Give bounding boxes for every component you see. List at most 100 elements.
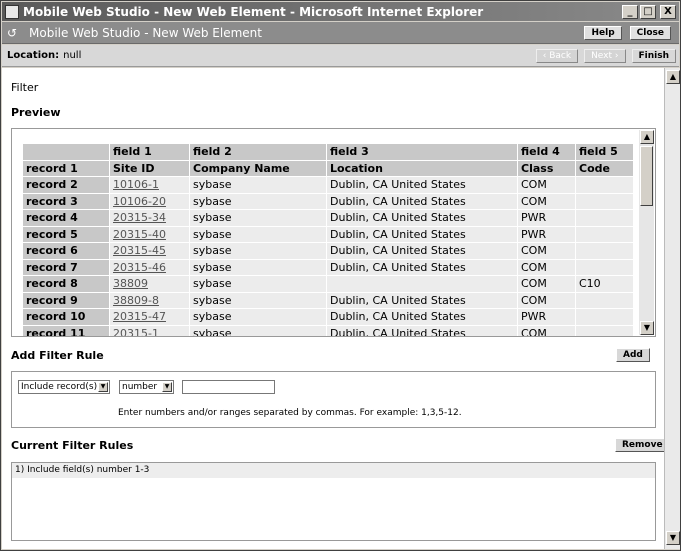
field-header[interactable]: field 4 [517, 143, 576, 161]
table-cell: Code [575, 159, 634, 177]
minimize-button[interactable]: _ [622, 4, 638, 19]
rule-hint-text: Enter numbers and/or ranges separated by… [118, 408, 462, 418]
site-id-cell: 38809-8 [109, 291, 190, 309]
help-button[interactable]: Help [584, 25, 622, 40]
site-id-link[interactable]: 10106-1 [113, 178, 159, 191]
table-cell: Dublin, CA United States [326, 291, 518, 309]
preview-scroll-thumb[interactable] [640, 146, 653, 206]
site-id-cell: 20315-45 [109, 242, 190, 260]
site-id-link[interactable]: 20315-34 [113, 211, 166, 224]
record-label[interactable]: record 10 [22, 308, 110, 326]
scroll-up-icon[interactable]: ▲ [640, 130, 654, 144]
rule-type-select[interactable]: number ▼ [119, 380, 174, 394]
table-cell: sybase [189, 275, 327, 293]
chevron-down-icon[interactable]: ▼ [98, 382, 108, 392]
add-rule-panel: Include record(s) ▼ number ▼ Enter numbe… [11, 371, 656, 428]
record-label[interactable]: record 4 [22, 209, 110, 227]
table-row[interactable]: record 9 38809-8 sybase Dublin, CA United S… [22, 291, 634, 309]
page-scrollbar[interactable]: ▲ ▼ [664, 68, 680, 549]
field-header[interactable]: field 3 [326, 143, 518, 161]
next-button[interactable]: Next › [584, 48, 626, 63]
table-cell: PWR [517, 209, 576, 227]
site-id-link[interactable]: 20315-40 [113, 228, 166, 241]
table-row[interactable]: record 1 Site ID Company Name Location Class… [22, 159, 634, 177]
rule-mode-value: Include record(s) [21, 382, 98, 392]
back-button[interactable]: ‹ Back [535, 48, 579, 63]
page-scroll-up-icon[interactable]: ▲ [666, 70, 680, 84]
table-cell: Site ID [109, 159, 190, 177]
site-id-link[interactable]: 20315-45 [113, 244, 166, 257]
record-label[interactable]: record 9 [22, 291, 110, 309]
app-header: ↺ Mobile Web Studio - New Web Element He… [2, 22, 679, 44]
table-cell [575, 225, 634, 243]
table-row[interactable]: record 5 20315-40 sybase Dublin, CA United … [22, 225, 634, 243]
field-header[interactable]: field 5 [575, 143, 634, 161]
finish-button[interactable]: Finish [631, 48, 676, 63]
site-id-link[interactable]: 10106-20 [113, 195, 166, 208]
rule-value-input[interactable] [182, 380, 275, 394]
table-row[interactable]: record 2 10106-1 sybase Dublin, CA United S… [22, 176, 634, 194]
ie-icon [5, 4, 19, 19]
rule-mode-select[interactable]: Include record(s) ▼ [18, 380, 110, 394]
record-label[interactable]: record 5 [22, 225, 110, 243]
list-item[interactable]: 1) Include field(s) number 1-3 [12, 463, 655, 478]
table-cell: PWR [517, 225, 576, 243]
field-header[interactable]: field 1 [109, 143, 190, 161]
table-cell: sybase [189, 192, 327, 210]
add-button[interactable]: Add [616, 348, 650, 362]
remove-button[interactable]: Remove [615, 438, 664, 452]
table-row[interactable]: record 11 20315-1 sybase Dublin, CA United … [22, 324, 634, 336]
record-label[interactable]: record 6 [22, 242, 110, 260]
record-label[interactable]: record 8 [22, 275, 110, 293]
site-id-link[interactable]: 20315-46 [113, 261, 166, 274]
studio-logo-icon: ↺ [7, 25, 18, 40]
table-cell: COM [517, 275, 576, 293]
title-bar[interactable]: Mobile Web Studio - New Web Element - Mi… [2, 2, 679, 21]
table-cell: sybase [189, 291, 327, 309]
site-id-link[interactable]: 38809 [113, 277, 148, 290]
table-cell [575, 242, 634, 260]
record-label[interactable]: record 11 [22, 324, 110, 336]
page-scroll-down-icon[interactable]: ▼ [666, 531, 680, 545]
site-id-link[interactable]: 38809-8 [113, 294, 159, 307]
table-cell [575, 192, 634, 210]
current-rules-list[interactable]: 1) Include field(s) number 1-3 [11, 462, 656, 541]
site-id-cell: 10106-20 [109, 192, 190, 210]
table-row[interactable]: record 10 20315-47 sybase Dublin, CA United… [22, 308, 634, 326]
scroll-down-icon[interactable]: ▼ [640, 321, 654, 335]
record-label[interactable]: record 3 [22, 192, 110, 210]
site-id-cell: 20315-46 [109, 258, 190, 276]
site-id-cell: 20315-40 [109, 225, 190, 243]
close-button[interactable]: Close [629, 25, 671, 40]
current-filter-rules-title: Current Filter Rules [11, 439, 134, 452]
record-label[interactable]: record 7 [22, 258, 110, 276]
record-label[interactable]: record 2 [22, 176, 110, 194]
maximize-button[interactable]: □ [640, 4, 656, 19]
table-cell: Dublin, CA United States [326, 258, 518, 276]
table-cell: COM [517, 291, 576, 309]
table-row[interactable]: record 7 20315-46 sybase Dublin, CA United … [22, 258, 634, 276]
close-window-button[interactable]: X [660, 4, 676, 19]
record-label[interactable]: record 1 [22, 159, 110, 177]
table-cell: Dublin, CA United States [326, 242, 518, 260]
site-id-cell: 20315-47 [109, 308, 190, 326]
table-row[interactable]: record 6 20315-45 sybase Dublin, CA United … [22, 242, 634, 260]
location-bar: Location: null ‹ Back Next › Finish [2, 45, 679, 67]
preview-table: field 1 field 2 field 3 field 4 field 5 recor… [22, 143, 634, 336]
chevron-down-icon[interactable]: ▼ [162, 382, 172, 392]
preview-scrollbar[interactable]: ▲ ▼ [639, 130, 654, 335]
table-cell: C10 [575, 275, 634, 293]
table-row[interactable]: record 8 38809 sybase COM C10 [22, 275, 634, 293]
site-id-link[interactable]: 20315-47 [113, 310, 166, 323]
table-cell: sybase [189, 209, 327, 227]
site-id-link[interactable]: 20315-1 [113, 327, 159, 336]
table-row[interactable]: record 4 20315-34 sybase Dublin, CA United … [22, 209, 634, 227]
location-label: Location: [7, 50, 60, 61]
content-area: Filter Preview field 1 field 2 field 3 fiel… [2, 68, 664, 549]
site-id-cell: 20315-1 [109, 324, 190, 336]
table-row[interactable]: record 3 10106-20 sybase Dublin, CA United … [22, 192, 634, 210]
field-header[interactable]: field 2 [189, 143, 327, 161]
window-title: Mobile Web Studio - New Web Element - Mi… [23, 4, 484, 19]
table-cell [575, 209, 634, 227]
table-cell: Company Name [189, 159, 327, 177]
